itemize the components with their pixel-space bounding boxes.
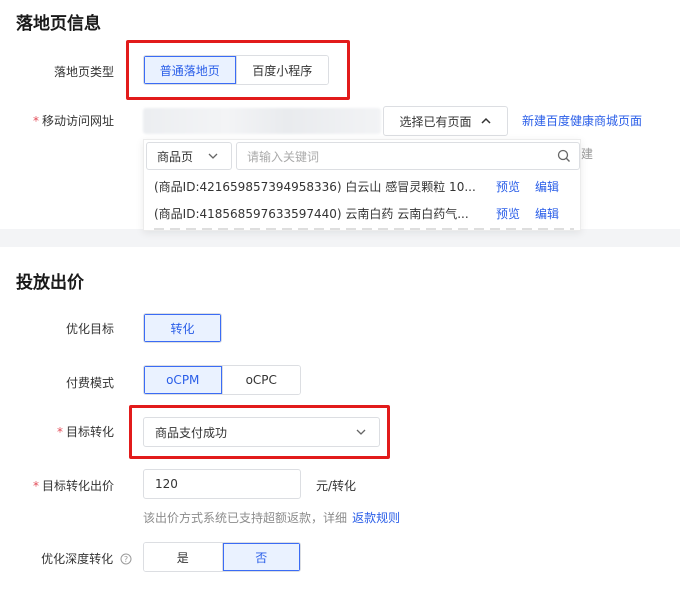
new-partial-text: 新建: [581, 145, 611, 162]
target-conv-label: * 目标转化: [40, 423, 114, 440]
result-row-text: (商品ID:418568597633597440) 云南白药 云南白药气...: [154, 207, 469, 221]
chevron-down-icon: [356, 429, 366, 435]
target-bid-value: 120: [155, 477, 178, 491]
target-bid-input[interactable]: 120: [143, 469, 301, 499]
search-placeholder: 请输入关键词: [247, 149, 320, 164]
pay-mode-label: 付费模式: [65, 376, 114, 390]
refund-rules-link[interactable]: 返款规则: [352, 511, 400, 525]
deep-conv-no-option[interactable]: 否: [221, 543, 300, 571]
page-type-label: 落地页类型: [53, 65, 114, 79]
required-mark: *: [32, 114, 39, 128]
bidding-section: 投放出价 优化目标 转化 付费模式 oCPM oCPC * 目标转化 商品支付成功…: [0, 247, 680, 591]
result-preview-link[interactable]: 预览: [496, 205, 520, 222]
pay-mode-segmented: oCPM oCPC: [143, 365, 301, 395]
refund-note: 该出价方式系统已支持超额返款，详细 返款规则: [143, 507, 400, 526]
search-input[interactable]: 请输入关键词: [236, 142, 580, 170]
refund-note-text: 该出价方式系统已支持超额返款，详细: [143, 511, 348, 525]
page-type-miniprogram-option[interactable]: 百度小程序: [235, 56, 328, 84]
chevron-up-icon: [480, 117, 491, 124]
goal-segmented: 转化: [143, 313, 222, 343]
result-edit-link[interactable]: 编辑: [535, 178, 559, 195]
result-preview-link[interactable]: 预览: [496, 178, 520, 195]
category-select-value: 商品页: [157, 149, 194, 164]
help-icon[interactable]: ?: [120, 553, 132, 565]
new-partial-text-inner: 新建: [581, 147, 594, 161]
deep-conv-segmented: 是 否: [143, 542, 301, 572]
target-conv-select[interactable]: 商品支付成功: [143, 417, 380, 447]
category-select[interactable]: 商品页: [146, 142, 232, 170]
target-bid-label: * 目标转化出价: [20, 477, 114, 494]
bidding-section-title: 投放出价: [16, 273, 84, 293]
deep-conv-label-text: 优化深度转化: [41, 552, 114, 566]
deep-conv-label: 优化深度转化 ?: [22, 550, 132, 567]
result-row-text: (商品ID:421659857394958336) 白云山 感冒灵颗粒 10..…: [154, 180, 476, 194]
pay-mode-ocpc-option[interactable]: oCPC: [221, 366, 300, 394]
pay-mode-ocpm-option[interactable]: oCPM: [144, 366, 222, 394]
target-bid-unit: 元/转化: [316, 479, 357, 493]
required-mark: *: [32, 479, 39, 493]
target-bid-label-text: 目标转化出价: [41, 479, 114, 493]
chevron-down-icon: [208, 153, 218, 159]
new-mall-page-link[interactable]: 新建百度健康商城页面: [522, 112, 642, 129]
page-select-dropdown: 商品页 请输入关键词 (商品ID:421659857394958336) 白云山…: [143, 139, 581, 231]
select-existing-page-button[interactable]: 选择已有页面: [383, 106, 508, 136]
deep-conv-yes-option[interactable]: 是: [144, 543, 222, 571]
search-icon[interactable]: [557, 149, 571, 163]
select-existing-page-label: 选择已有页面: [399, 114, 472, 129]
landing-page-section: 落地页信息 落地页类型 普通落地页 百度小程序 * 移动访问网址 选择已有页面 新…: [0, 0, 680, 231]
mobile-url-label: * 移动访问网址: [22, 112, 114, 129]
page-type-segmented: 普通落地页 百度小程序: [143, 55, 329, 85]
landing-section-title: 落地页信息: [16, 14, 101, 34]
goal-label: 优化目标: [65, 322, 114, 336]
result-row-clipped: [154, 228, 574, 230]
page-type-normal-option[interactable]: 普通落地页: [144, 56, 236, 84]
goal-conversion-option[interactable]: 转化: [144, 314, 221, 342]
result-row[interactable]: (商品ID:421659857394958336) 白云山 感冒灵颗粒 10..…: [154, 176, 574, 198]
result-edit-link[interactable]: 编辑: [535, 205, 559, 222]
target-conv-label-text: 目标转化: [65, 425, 114, 439]
result-row[interactable]: (商品ID:418568597633597440) 云南白药 云南白药气... …: [154, 203, 574, 225]
target-conv-value: 商品支付成功: [155, 425, 228, 440]
required-mark: *: [56, 425, 63, 439]
mobile-url-input-blurred[interactable]: [143, 108, 381, 134]
svg-text:?: ?: [124, 555, 128, 564]
mobile-url-label-text: 移动访问网址: [41, 114, 114, 128]
